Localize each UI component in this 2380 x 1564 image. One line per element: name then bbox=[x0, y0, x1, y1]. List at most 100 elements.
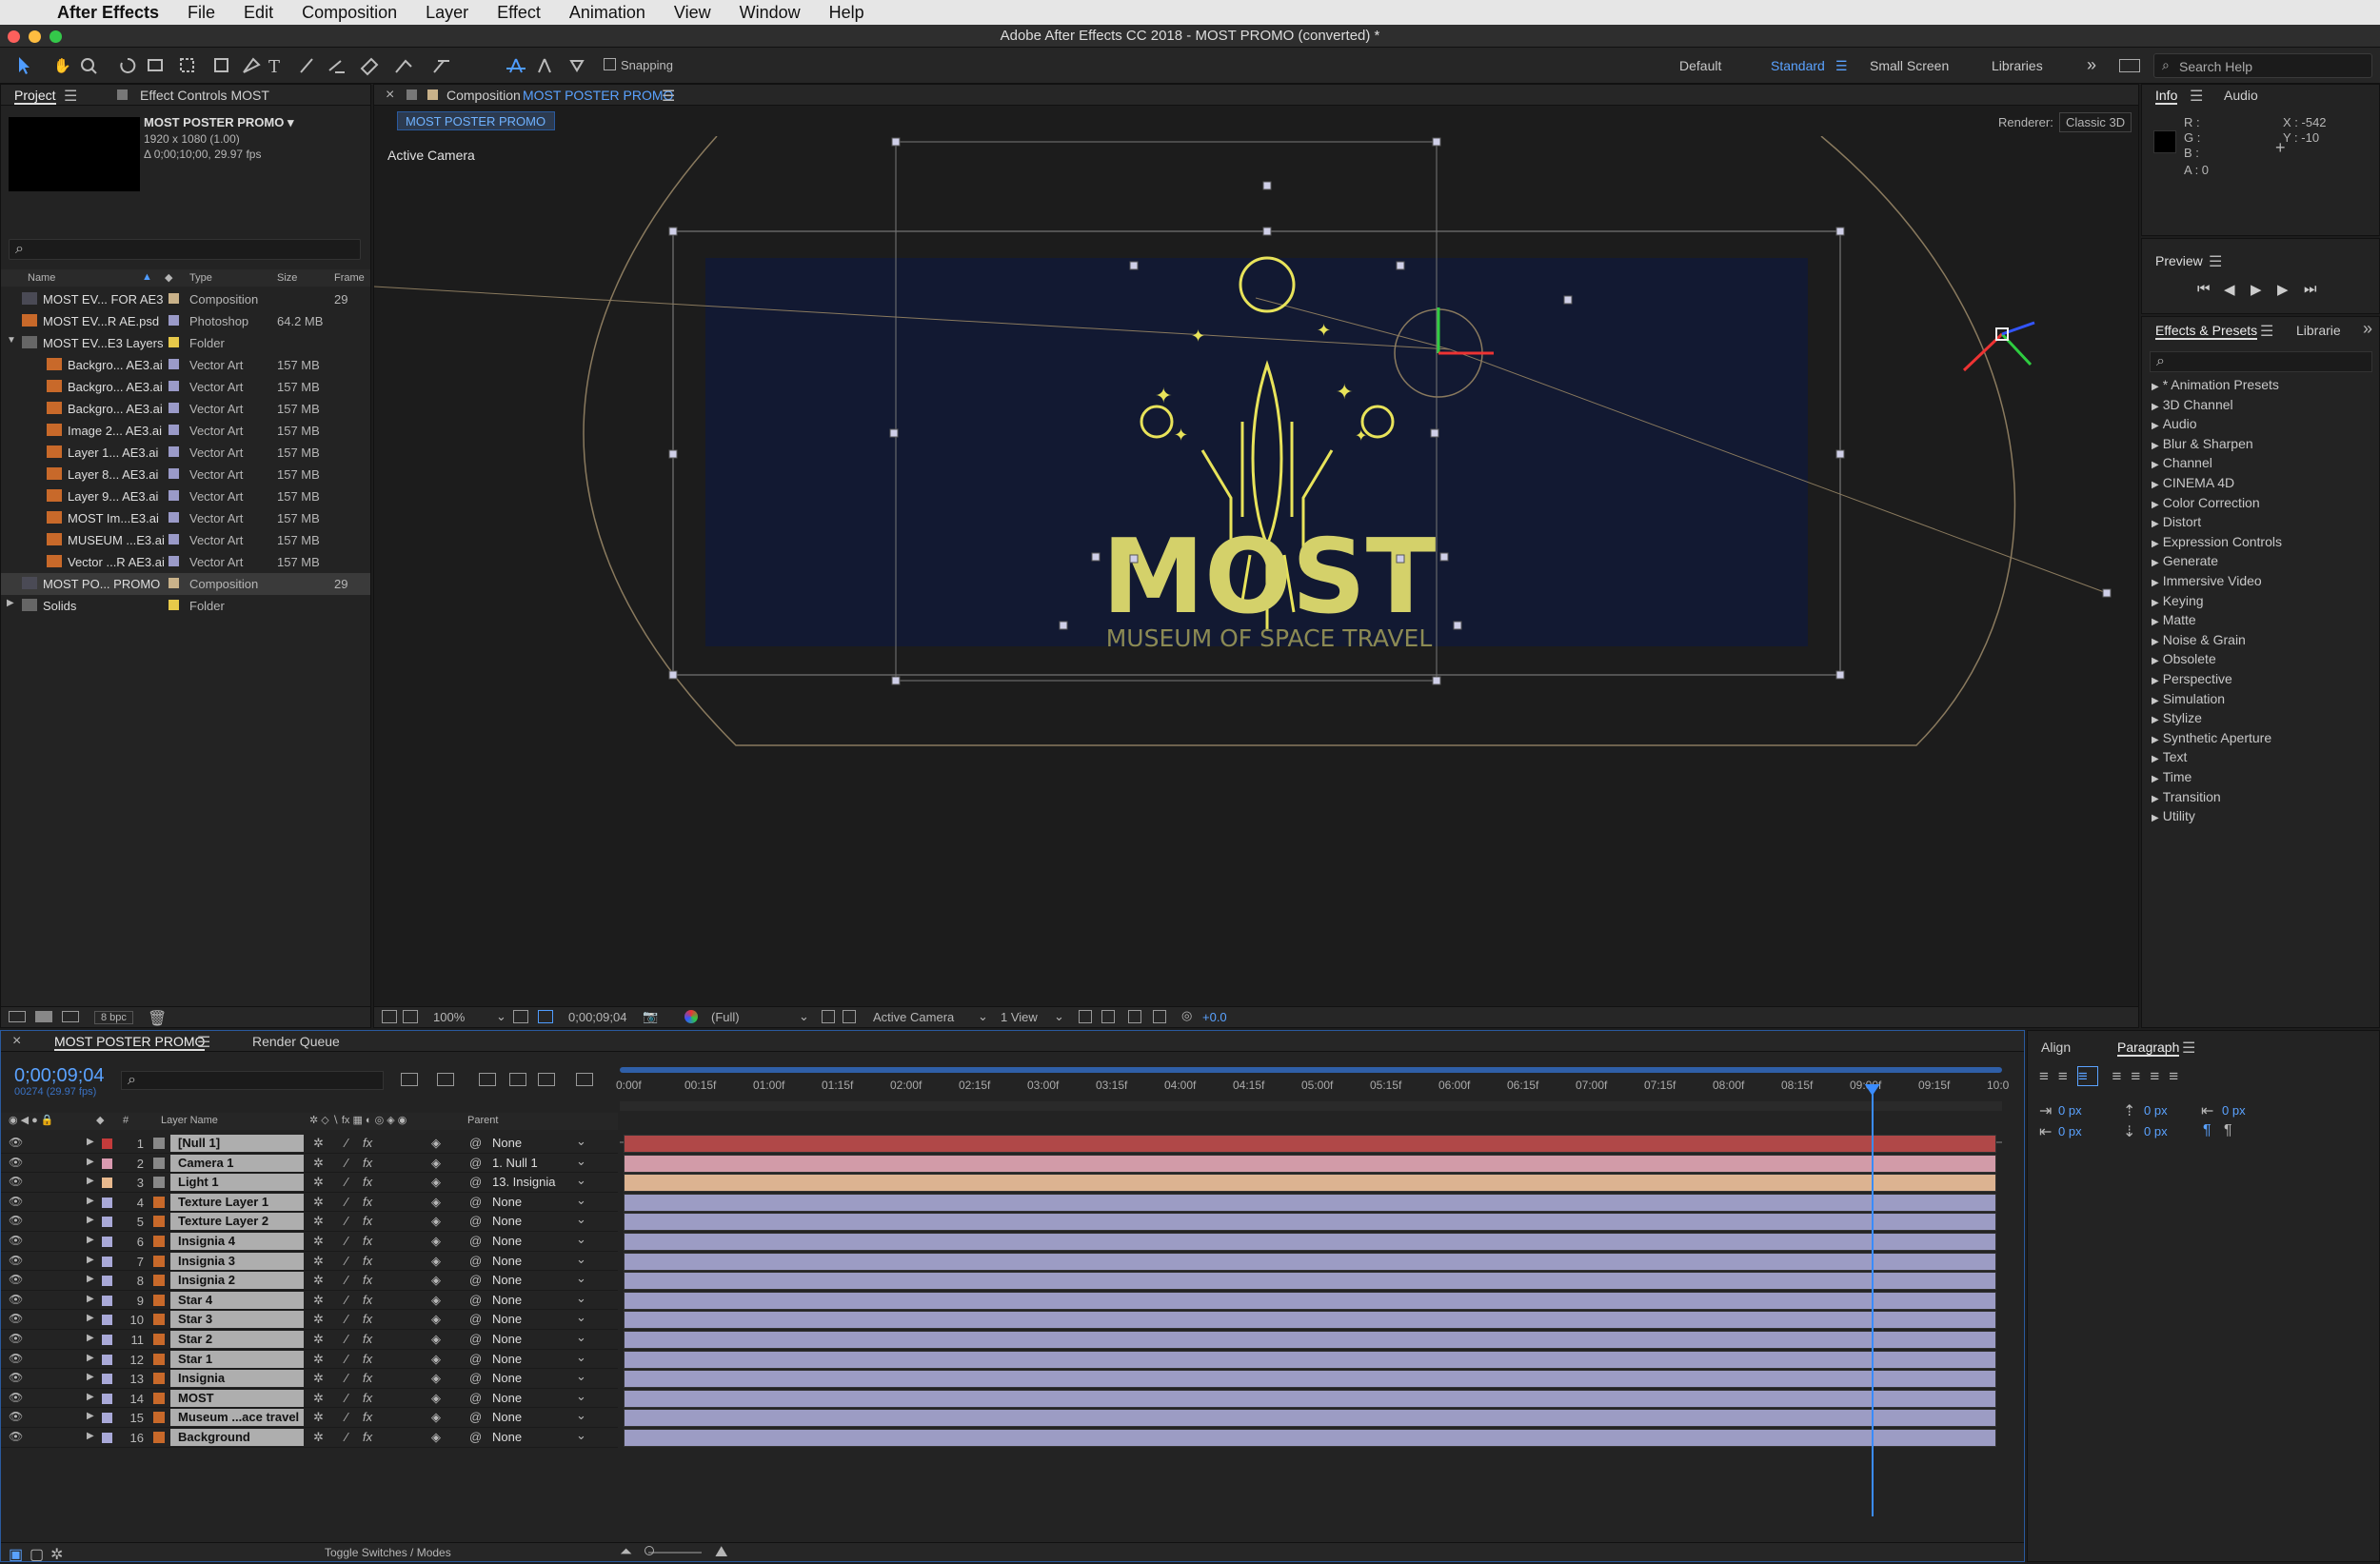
shy-switch-icon[interactable]: ✲ bbox=[313, 1293, 324, 1308]
visibility-eye-icon[interactable]: 👁 bbox=[9, 1410, 23, 1423]
previous-frame-icon[interactable]: ◀︎ bbox=[2224, 281, 2235, 298]
project-item[interactable]: MOST EV...R AE.psd Photoshop 64.2 MB bbox=[1, 310, 370, 332]
paragraph-menu-icon[interactable]: ☰ bbox=[2182, 1039, 2195, 1058]
expand-arrow-icon[interactable]: ▶ bbox=[87, 1274, 94, 1284]
close-window-icon[interactable] bbox=[8, 30, 20, 43]
3d-layer-icon[interactable]: ◈ bbox=[431, 1175, 441, 1190]
project-item[interactable]: MOST EV... FOR AE3 Composition 29 bbox=[1, 288, 370, 310]
quality-switch-icon[interactable]: ∕ bbox=[346, 1234, 347, 1248]
always-preview-icon[interactable] bbox=[382, 1010, 397, 1023]
info-menu-icon[interactable]: ☰ bbox=[2190, 87, 2203, 106]
expand-arrow-icon[interactable]: ▶ bbox=[2152, 754, 2159, 764]
expand-arrow-icon[interactable]: ▶ bbox=[2152, 813, 2159, 823]
shy-switch-icon[interactable]: ✲ bbox=[313, 1195, 324, 1210]
layer-duration-bar[interactable] bbox=[624, 1252, 1996, 1271]
pick-whip-icon[interactable]: @ bbox=[469, 1430, 482, 1444]
pick-whip-icon[interactable]: @ bbox=[469, 1136, 482, 1150]
effect-controls-lock-icon[interactable] bbox=[117, 89, 128, 100]
expand-arrow-icon[interactable]: ▶ bbox=[2152, 460, 2159, 470]
layer-duration-bar[interactable] bbox=[624, 1389, 1996, 1408]
3d-layer-icon[interactable]: ◈ bbox=[431, 1273, 441, 1288]
tab-info[interactable]: Info bbox=[2155, 88, 2178, 105]
menu-file[interactable]: File bbox=[188, 3, 215, 23]
align-right-icon[interactable]: ≡ bbox=[2076, 1066, 2098, 1086]
project-item[interactable]: Backgro... AE3.ai Vector Art 157 MB bbox=[1, 354, 370, 376]
effect-switch-icon[interactable]: fx bbox=[363, 1371, 372, 1385]
work-area-bar[interactable] bbox=[620, 1067, 2002, 1073]
quality-switch-icon[interactable]: ∕ bbox=[346, 1410, 347, 1424]
expand-arrow-icon[interactable]: ▶ bbox=[2152, 558, 2159, 568]
project-item[interactable]: MOST Im...E3.ai Vector Art 157 MB bbox=[1, 507, 370, 529]
effect-category[interactable]: ▶ Generate bbox=[2152, 553, 2218, 568]
tab-libraries[interactable]: Librarie bbox=[2296, 323, 2341, 338]
layer-name[interactable]: Texture Layer 2 bbox=[170, 1213, 304, 1231]
effects-search-input[interactable]: ⌕ bbox=[2150, 351, 2372, 372]
tab-timeline-comp[interactable]: MOST POSTER PROMO bbox=[54, 1034, 206, 1051]
visibility-eye-icon[interactable]: 👁 bbox=[9, 1332, 23, 1345]
project-item[interactable]: MUSEUM ...E3.ai Vector Art 157 MB bbox=[1, 529, 370, 551]
project-item[interactable]: Image 2... AE3.ai Vector Art 157 MB bbox=[1, 420, 370, 442]
effect-switch-icon[interactable]: fx bbox=[363, 1254, 372, 1268]
expand-arrow-icon[interactable]: ▶ bbox=[2152, 519, 2159, 529]
effect-switch-icon[interactable]: fx bbox=[363, 1430, 372, 1444]
timeline-timecode[interactable]: 0;00;09;04 bbox=[14, 1065, 105, 1087]
layer-label-swatch[interactable] bbox=[102, 1354, 112, 1365]
effect-switch-icon[interactable]: fx bbox=[363, 1332, 372, 1346]
exposure-value[interactable]: +0.0 bbox=[1202, 1010, 1227, 1024]
shy-switch-icon[interactable]: ✲ bbox=[313, 1273, 324, 1288]
3d-layer-icon[interactable]: ◈ bbox=[431, 1312, 441, 1327]
project-item[interactable]: ▼ MOST EV...E3 Layers Folder bbox=[1, 332, 370, 354]
effect-category[interactable]: ▶ Channel bbox=[2152, 455, 2212, 470]
effect-category[interactable]: ▶ Obsolete bbox=[2152, 651, 2216, 666]
effect-switch-icon[interactable]: fx bbox=[363, 1175, 372, 1189]
shy-switch-icon[interactable]: ✲ bbox=[313, 1371, 324, 1386]
effect-switch-icon[interactable]: fx bbox=[363, 1312, 372, 1326]
layer-name[interactable]: Light 1 bbox=[170, 1174, 304, 1192]
3d-layer-icon[interactable]: ◈ bbox=[431, 1332, 441, 1347]
layer-row[interactable]: 👁 ▶ 11 Star 2 ✲ ∕ fx ◈ @ None ⌄ bbox=[1, 1330, 618, 1350]
expand-arrow-icon[interactable]: ▶ bbox=[7, 598, 14, 608]
expand-arrow-icon[interactable]: ▶ bbox=[2152, 578, 2159, 588]
reset-exposure-icon[interactable]: ◎ bbox=[1181, 1008, 1192, 1023]
expand-arrow-icon[interactable]: ▶ bbox=[2152, 696, 2159, 706]
more-panels-icon[interactable]: » bbox=[2363, 319, 2372, 339]
new-folder-icon[interactable] bbox=[35, 1011, 52, 1022]
label-color-swatch[interactable] bbox=[169, 446, 179, 457]
layer-row[interactable]: 👁 ▶ 7 Insignia 3 ✲ ∕ fx ◈ @ None ⌄ bbox=[1, 1252, 618, 1272]
layer-name[interactable]: Texture Layer 1 bbox=[170, 1193, 304, 1211]
parent-dropdown[interactable]: None bbox=[492, 1352, 587, 1366]
timeline-zoom-slider[interactable] bbox=[648, 1552, 702, 1554]
sort-ascending-icon[interactable]: ▲ bbox=[142, 271, 152, 283]
effect-switch-icon[interactable]: fx bbox=[363, 1195, 372, 1209]
layer-name[interactable]: Background bbox=[170, 1429, 304, 1446]
project-item[interactable]: Vector ...R AE3.ai Vector Art 157 MB bbox=[1, 551, 370, 573]
visibility-eye-icon[interactable]: 👁 bbox=[9, 1371, 23, 1384]
menu-edit[interactable]: Edit bbox=[244, 3, 273, 23]
layer-name[interactable]: Star 1 bbox=[170, 1350, 304, 1368]
pick-whip-icon[interactable]: @ bbox=[469, 1371, 482, 1385]
renderer-button[interactable]: Classic 3D bbox=[2059, 112, 2132, 132]
label-color-swatch[interactable] bbox=[169, 468, 179, 479]
3d-layer-icon[interactable]: ◈ bbox=[431, 1195, 441, 1210]
pick-whip-icon[interactable]: @ bbox=[469, 1352, 482, 1366]
effect-category[interactable]: ▶ 3D Channel bbox=[2152, 397, 2233, 412]
parent-dropdown[interactable]: None bbox=[492, 1273, 587, 1287]
column-type[interactable]: Type bbox=[189, 272, 212, 284]
effect-category[interactable]: ▶ Simulation bbox=[2152, 691, 2225, 706]
layer-name[interactable]: Insignia bbox=[170, 1370, 304, 1388]
layer-row[interactable]: 👁 ▶ 10 Star 3 ✲ ∕ fx ◈ @ None ⌄ bbox=[1, 1310, 618, 1330]
shy-switch-icon[interactable]: ✲ bbox=[313, 1234, 324, 1249]
label-color-swatch[interactable] bbox=[169, 403, 179, 413]
layer-row[interactable]: 👁 ▶ 2 Camera 1 ✲ ∕ fx ◈ @1. Null 1 ⌄ bbox=[1, 1154, 618, 1174]
toggle-switches-modes[interactable]: Toggle Switches / Modes bbox=[325, 1546, 451, 1559]
visibility-eye-icon[interactable]: 👁 bbox=[9, 1430, 23, 1443]
layer-name-header[interactable]: Layer Name bbox=[161, 1115, 218, 1126]
project-item[interactable]: Layer 8... AE3.ai Vector Art 157 MB bbox=[1, 464, 370, 485]
tab-align[interactable]: Align bbox=[2041, 1039, 2071, 1055]
expand-arrow-icon[interactable]: ▶ bbox=[87, 1215, 94, 1225]
quality-switch-icon[interactable]: ∕ bbox=[346, 1156, 347, 1170]
tab-paragraph[interactable]: Paragraph bbox=[2117, 1039, 2180, 1057]
justify-left-icon[interactable]: ≡ bbox=[2112, 1067, 2132, 1085]
last-frame-icon[interactable]: ⏭ bbox=[2304, 281, 2317, 297]
menu-help[interactable]: Help bbox=[829, 3, 864, 23]
